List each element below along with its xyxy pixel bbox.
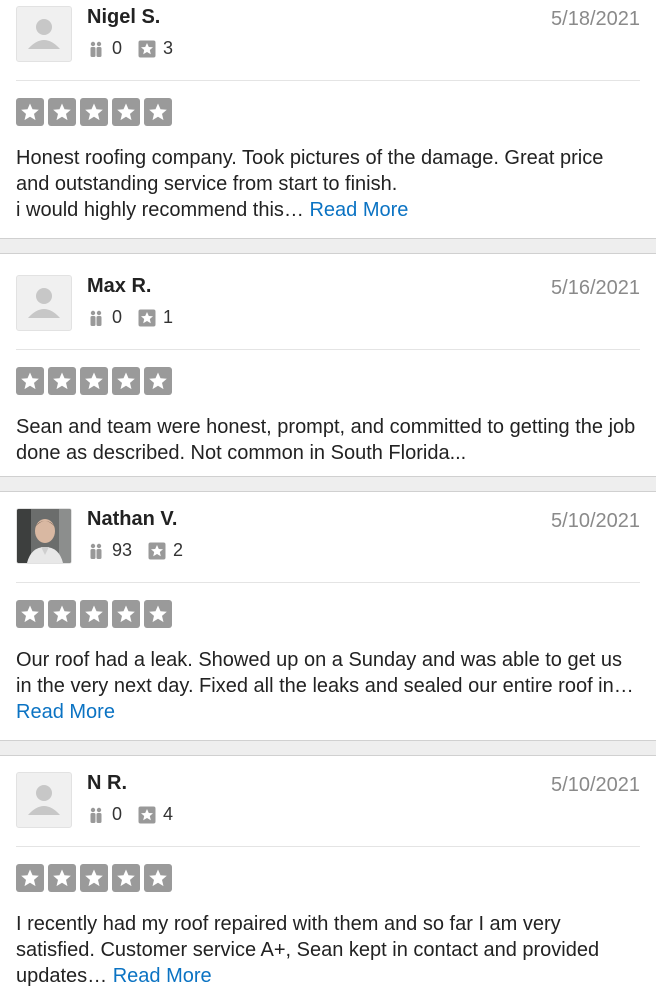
read-more-link[interactable]: Read More	[113, 965, 212, 987]
friends-count: 0	[112, 804, 123, 824]
star-icon	[112, 367, 140, 395]
default-avatar-icon	[28, 785, 60, 815]
user-stats: 93 2	[87, 540, 199, 561]
user-name[interactable]: Nigel S.	[87, 6, 160, 29]
friends-count: 0	[112, 38, 123, 58]
review-card: Max R. 5/16/2021 0 1 Sean and team were …	[0, 254, 656, 476]
star-icon	[16, 367, 44, 395]
star-icon	[144, 98, 172, 126]
star-rating	[16, 600, 640, 628]
user-stats: 0 1	[87, 307, 189, 328]
user-photo-icon	[17, 509, 71, 563]
review-body: Sean and team were honest, prompt, and c…	[16, 416, 636, 464]
friends-icon	[90, 543, 102, 559]
review-header: N R. 5/10/2021 0 4	[16, 756, 640, 847]
star-icon	[144, 367, 172, 395]
review-count: 1	[163, 307, 174, 327]
friends-icon	[90, 41, 102, 57]
review-header: Nathan V. 5/10/2021 93 2	[16, 492, 640, 583]
review-date: 5/10/2021	[551, 774, 640, 796]
friends-icon	[90, 310, 102, 326]
star-rating	[16, 98, 640, 126]
star-icon	[16, 600, 44, 628]
read-more-link[interactable]: Read More	[16, 701, 115, 723]
star-rating	[16, 864, 640, 892]
star-icon	[144, 864, 172, 892]
star-icon	[80, 367, 108, 395]
star-icon	[16, 98, 44, 126]
user-stats: 0 4	[87, 804, 189, 825]
star-icon	[48, 864, 76, 892]
review-count-icon	[138, 309, 156, 326]
read-more-link[interactable]: Read More	[309, 199, 408, 221]
review-header: Nigel S. 5/18/2021 0 3	[16, 0, 640, 81]
star-icon	[48, 367, 76, 395]
review-separator	[0, 238, 656, 254]
review-text: I recently had my roof repaired with the…	[16, 911, 640, 989]
review-separator	[0, 740, 656, 756]
star-icon	[112, 98, 140, 126]
star-icon	[16, 864, 44, 892]
friends-icon	[90, 807, 102, 823]
star-rating	[16, 367, 640, 395]
review-body: I recently had my roof repaired with the…	[16, 913, 600, 987]
review-count: 2	[173, 540, 184, 560]
review-count-icon	[138, 806, 156, 823]
friends-count: 0	[112, 307, 123, 327]
default-avatar-icon	[28, 288, 60, 318]
review-date: 5/16/2021	[551, 277, 640, 299]
review-text: Sean and team were honest, prompt, and c…	[16, 414, 640, 466]
avatar[interactable]	[16, 772, 72, 828]
star-icon	[112, 600, 140, 628]
review-count: 4	[163, 804, 174, 824]
star-icon	[48, 600, 76, 628]
avatar[interactable]	[16, 6, 72, 62]
review-text: Our roof had a leak. Showed up on a Sund…	[16, 647, 640, 725]
star-icon	[48, 98, 76, 126]
review-count-icon	[138, 40, 156, 57]
star-icon	[144, 600, 172, 628]
review-card: N R. 5/10/2021 0 4 I recently had my roo…	[0, 756, 656, 1000]
star-icon	[80, 600, 108, 628]
star-icon	[80, 98, 108, 126]
review-separator	[0, 476, 656, 492]
user-name[interactable]: Nathan V.	[87, 508, 177, 531]
review-count: 3	[163, 38, 174, 58]
review-text: Honest roofing company. Took pictures of…	[16, 145, 640, 223]
review-body: Our roof had a leak. Showed up on a Sund…	[16, 649, 634, 697]
user-stats: 0 3	[87, 38, 189, 59]
default-avatar-icon	[28, 19, 60, 49]
avatar[interactable]	[16, 275, 72, 331]
user-name[interactable]: Max R.	[87, 275, 151, 298]
star-icon	[112, 864, 140, 892]
avatar[interactable]	[16, 508, 72, 564]
review-card: Nathan V. 5/10/2021 93 2 Our roof had a …	[0, 492, 656, 740]
review-date: 5/18/2021	[551, 8, 640, 30]
review-count-icon	[148, 542, 166, 559]
review-card: Nigel S. 5/18/2021 0 3 Honest roofing co…	[0, 0, 656, 238]
friends-count: 93	[112, 540, 133, 560]
review-header: Max R. 5/16/2021 0 1	[16, 254, 640, 350]
user-name[interactable]: N R.	[87, 772, 127, 795]
star-icon	[80, 864, 108, 892]
review-date: 5/10/2021	[551, 510, 640, 532]
